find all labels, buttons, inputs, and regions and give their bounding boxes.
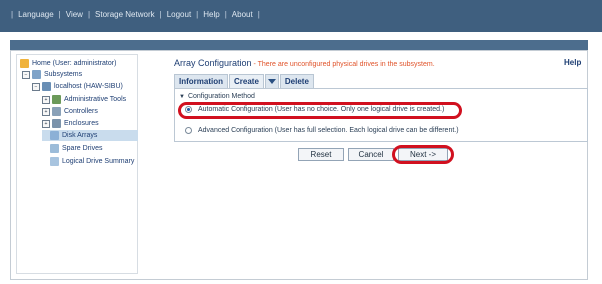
expand-icon[interactable]: + [42,107,50,116]
main-content: Array Configuration - There are unconfig… [170,52,590,278]
create-dropdown[interactable] [264,74,279,89]
page-title: Array Configuration - There are unconfig… [174,58,435,68]
section-header[interactable]: ▼ Configuration Method [179,93,255,100]
menu-help[interactable]: Help [203,10,219,19]
chevron-down-icon [267,79,276,84]
tree-home-label: Home (User: administrator) [32,60,117,67]
page-title-text: Array Configuration [174,58,252,68]
tree-logical-drive-summary-label: Logical Drive Summary [62,158,135,165]
controller-icon [52,107,61,116]
tree-logical-drive-summary[interactable]: Logical Drive Summary [50,156,134,167]
tree-disk-arrays-label: Disk Arrays [62,132,98,139]
menu-about[interactable]: About [232,10,253,19]
navigation-panel: Home (User: administrator) − Subsystems … [12,52,138,278]
reset-button[interactable]: Reset [298,148,344,161]
subsystems-icon [32,70,41,79]
tab-information[interactable]: Information [174,74,228,89]
collapse-icon[interactable]: − [22,70,30,79]
tree-home[interactable]: Home (User: administrator) [20,58,116,69]
menu-separator: | [257,10,260,19]
tree-localhost-label: localhost (HAW-SIBU) [54,83,123,90]
option-advanced-label: Advanced Configuration (User has full se… [198,127,459,134]
tree-subsystems[interactable]: − Subsystems [22,69,82,80]
tree-subsystems-label: Subsystems [44,71,83,78]
tree-controllers[interactable]: + Controllers [42,106,98,117]
menu-language[interactable]: Language [18,10,54,19]
expand-icon[interactable]: + [42,95,50,104]
highlight-next-button [392,145,454,164]
cancel-button[interactable]: Cancel [348,148,394,161]
tree-admin-tools[interactable]: + Administrative Tools [42,94,126,105]
collapse-arrow-icon: ▼ [179,94,185,100]
menu-view[interactable]: View [66,10,83,19]
tree-disk-arrays[interactable]: Disk Arrays [42,130,138,141]
option-advanced[interactable]: Advanced Configuration (User has full se… [185,127,459,134]
top-menu: | Language | View | Storage Network | Lo… [6,10,265,19]
menu-separator: | [224,10,227,19]
menu-logout[interactable]: Logout [167,10,191,19]
action-tabs: Information Create Delete [174,74,315,89]
menu-separator: | [87,10,91,19]
tab-create[interactable]: Create [229,74,264,89]
navigation-tree: Home (User: administrator) − Subsystems … [12,52,138,278]
top-menu-bar: | Language | View | Storage Network | Lo… [0,0,602,32]
menu-separator: | [159,10,162,19]
menu-separator: | [196,10,199,19]
tree-enclosures-label: Enclosures [64,120,99,127]
enclosure-icon [52,119,61,128]
disk-array-icon [50,131,59,140]
radio-advanced[interactable] [185,127,192,134]
tree-enclosures[interactable]: + Enclosures [42,118,99,129]
tools-icon [52,95,61,104]
home-icon [20,59,29,68]
expand-icon[interactable]: + [42,119,50,128]
logical-drive-icon [50,157,59,166]
menu-separator: | [58,10,61,19]
tab-delete[interactable]: Delete [279,74,314,89]
collapse-icon[interactable]: − [32,82,40,91]
warning-message: - There are unconfigured physical drives… [251,61,435,68]
tree-admin-tools-label: Administrative Tools [64,96,127,103]
highlight-automatic-option [178,102,462,119]
help-link[interactable]: Help [564,58,581,67]
menu-storage-network[interactable]: Storage Network [95,10,155,19]
menu-separator: | [11,10,14,19]
server-icon [42,82,51,91]
spare-drive-icon [50,144,59,153]
tree-localhost[interactable]: − localhost (HAW-SIBU) [32,81,123,92]
tree-controllers-label: Controllers [64,108,98,115]
tree-spare-drives[interactable]: Spare Drives [50,143,102,154]
tree-spare-drives-label: Spare Drives [62,145,103,152]
section-label: Configuration Method [187,93,255,100]
header-strip [10,40,588,50]
